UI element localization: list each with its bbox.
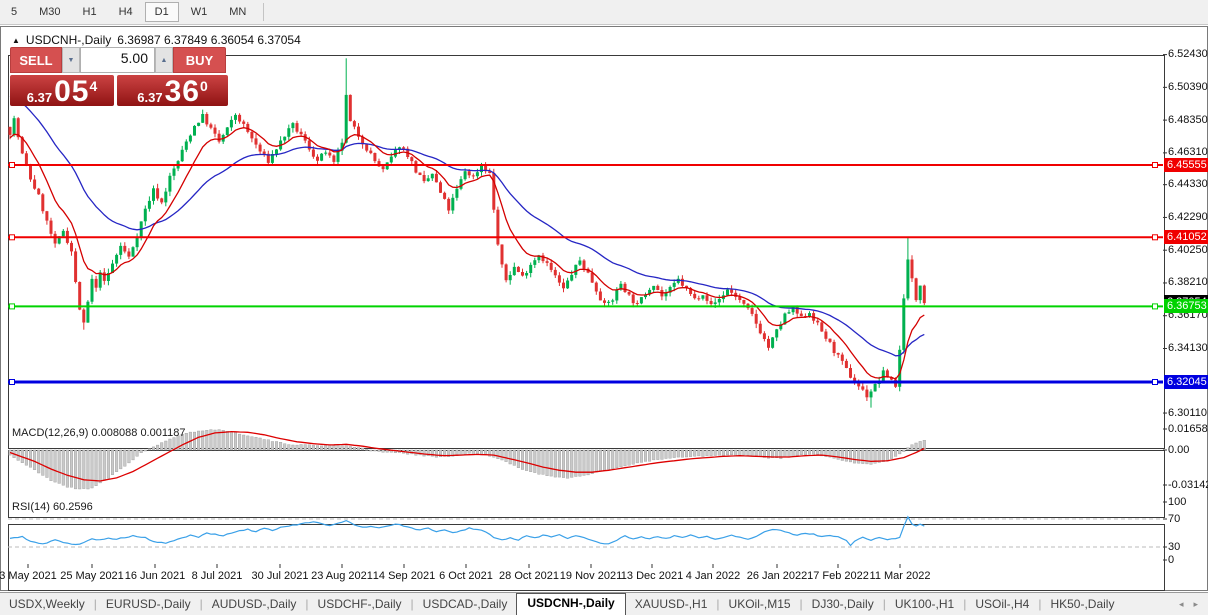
rsi-axis-label: 0 xyxy=(1168,554,1175,566)
price-line-badge-6.41052[interactable]: 6.41052 xyxy=(1164,230,1208,245)
mt4-window: 5 M30 H1 H4 D1 W1 MN ▲ USDCNH-,Daily 6.36987 6… xyxy=(0,0,1208,615)
chart-tab-xauusd-h1[interactable]: XAUUSD-,H1 xyxy=(626,594,717,615)
one-click-trade-panel: SELL ▼ 5.00 ▲ BUY 6.37 05 4 6.37 36 0 xyxy=(10,47,228,108)
date-axis-label: 13 Dec 2021 xyxy=(620,570,684,582)
macd-indicator-label: MACD(12,26,9) 0.008088 0.001187 xyxy=(12,427,186,439)
date-axis-label: 19 Nov 2021 xyxy=(559,570,623,582)
timeframe-button-d1[interactable]: D1 xyxy=(144,2,179,22)
tab-scroll-left-icon[interactable]: ◂ xyxy=(1179,599,1184,610)
rsi-name: RSI(14) xyxy=(12,501,50,513)
price-axis-label: 6.34130 xyxy=(1168,341,1208,354)
date-axis-label: 4 Jan 2022 xyxy=(685,570,741,582)
sell-price-pips: 05 xyxy=(54,75,90,108)
toolbar-separator xyxy=(263,3,265,21)
chart-tab-eurusd-daily[interactable]: EURUSD-,Daily xyxy=(97,594,200,615)
rsi-indicator-label: RSI(14) 60.2596 xyxy=(12,501,93,513)
timeframe-button-h1[interactable]: H1 xyxy=(73,2,107,22)
chart-tab-usdx-weekly[interactable]: USDX,Weekly xyxy=(0,594,94,615)
rsi-axis-label: 30 xyxy=(1168,541,1181,553)
chart-tab-usoil-h4[interactable]: USOil-,H4 xyxy=(966,594,1038,615)
timeframe-toolbar: 5 M30 H1 H4 D1 W1 MN xyxy=(0,0,1208,25)
chart-title: ▲ USDCNH-,Daily 6.36987 6.37849 6.36054 … xyxy=(12,33,301,47)
buy-price-pips: 36 xyxy=(164,75,200,108)
date-axis-label: 3 May 2021 xyxy=(0,570,57,582)
date-axis-label: 16 Jun 2021 xyxy=(124,570,186,582)
buy-button[interactable]: BUY xyxy=(173,47,226,73)
date-axis-label: 8 Jul 2021 xyxy=(191,570,243,582)
chart-tab-usdcnh-daily[interactable]: USDCNH-,Daily xyxy=(516,593,626,615)
date-axis-label: 14 Sep 2021 xyxy=(372,570,436,582)
macd-name: MACD(12,26,9) xyxy=(12,427,89,439)
price-axis-label: 6.38210 xyxy=(1168,276,1208,289)
rsi-axis-label: 70 xyxy=(1168,513,1181,525)
tab-scroll-right-icon[interactable]: ▸ xyxy=(1193,599,1198,610)
date-axis-label: 23 Aug 2021 xyxy=(311,570,373,582)
volume-input[interactable]: 5.00 xyxy=(80,47,155,73)
chart-tab-audusd-daily[interactable]: AUDUSD-,Daily xyxy=(203,594,306,615)
chart-tab-usdchf-daily[interactable]: USDCHF-,Daily xyxy=(309,594,411,615)
price-axis-label: 6.48350 xyxy=(1168,113,1208,126)
chart-tab-usdcad-daily[interactable]: USDCAD-,Daily xyxy=(414,594,517,615)
macd-axis-label: -0.031423 xyxy=(1168,479,1208,491)
chart-tab-ukoil-m15[interactable]: UKOil-,M15 xyxy=(720,594,800,615)
chart-tab-bar: USDX,Weekly | EURUSD-,Daily | AUDUSD-,Daily |… xyxy=(0,592,1208,615)
price-axis-label: 6.42290 xyxy=(1168,210,1208,223)
sell-price-point: 4 xyxy=(89,78,98,94)
buy-price-point: 0 xyxy=(199,78,208,94)
volume-decrease-button[interactable]: ▼ xyxy=(62,47,80,73)
volume-increase-button[interactable]: ▲ xyxy=(155,47,173,73)
macd-value: 0.008088 xyxy=(91,427,138,439)
price-line-badge-6.36753[interactable]: 6.36753 xyxy=(1164,299,1208,314)
macd-axis-label: 0.00 xyxy=(1168,444,1190,456)
price-axis-label: 6.50390 xyxy=(1168,80,1208,93)
chart-tab-dj30-daily[interactable]: DJ30-,Daily xyxy=(803,594,883,615)
sell-price-base: 6.37 xyxy=(26,90,53,105)
sell-button[interactable]: SELL xyxy=(10,47,62,73)
tab-scroll-arrows: ◂ ▸ xyxy=(1175,599,1208,615)
rsi-axis-label: 100 xyxy=(1168,496,1187,508)
buy-price-base: 6.37 xyxy=(137,90,163,105)
price-chart-panel[interactable] xyxy=(8,55,1165,449)
date-axis-label: 30 Jul 2021 xyxy=(251,570,309,582)
date-axis-label: 28 Oct 2021 xyxy=(499,570,559,582)
price-line-badge-6.45555[interactable]: 6.45555 xyxy=(1164,158,1208,172)
timeframe-button-w1[interactable]: W1 xyxy=(181,2,218,22)
timeframe-button-h4[interactable]: H4 xyxy=(109,2,143,22)
date-axis-label: 17 Feb 2022 xyxy=(807,570,869,582)
date-axis-label: 11 Mar 2022 xyxy=(869,570,931,582)
sell-price-display[interactable]: 6.37 05 4 xyxy=(10,75,114,108)
price-axis-label: 6.40250 xyxy=(1168,243,1208,256)
price-axis-label: 6.30110 xyxy=(1168,406,1207,419)
chart-tab-hk50-daily[interactable]: HK50-,Daily xyxy=(1041,594,1123,615)
price-line-badge-6.32045[interactable]: 6.32045 xyxy=(1164,374,1208,389)
price-axis-label: 6.44330 xyxy=(1168,178,1208,191)
rsi-value: 60.2596 xyxy=(52,501,93,513)
timeframe-button-m30[interactable]: M30 xyxy=(29,2,70,22)
timeframe-button-mn[interactable]: MN xyxy=(219,2,256,22)
date-axis-label: 6 Oct 2021 xyxy=(439,570,493,582)
chart-tab-uk100-h1[interactable]: UK100-,H1 xyxy=(886,594,963,615)
date-axis-label: 25 May 2021 xyxy=(60,570,124,582)
buy-price-display[interactable]: 6.37 36 0 xyxy=(117,75,228,108)
chart-symbol-label: USDCNH-,Daily xyxy=(25,33,112,47)
macd-axis-label: 0.016586 xyxy=(1168,423,1208,435)
macd-panel[interactable] xyxy=(8,450,1165,518)
chart-window xyxy=(0,26,1208,591)
timeframe-button-5[interactable]: 5 xyxy=(1,2,27,22)
macd-signal-value: 0.001187 xyxy=(140,427,186,439)
price-axis-label: 6.52430 xyxy=(1168,48,1208,61)
chart-ohlc-values: 6.36987 6.37849 6.36054 6.37054 xyxy=(117,33,301,47)
collapse-arrow-icon[interactable]: ▲ xyxy=(12,36,20,45)
date-axis-label: 26 Jan 2022 xyxy=(746,570,808,582)
